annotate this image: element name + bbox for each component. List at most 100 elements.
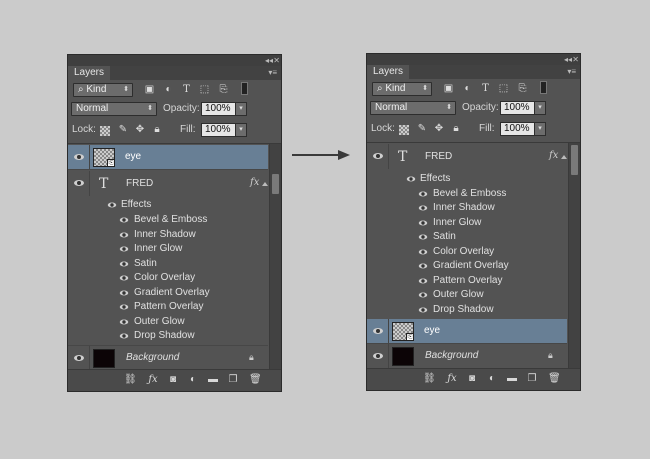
new-layer-icon[interactable]: ❐ [526,373,538,385]
eye-icon[interactable] [418,307,428,313]
add-mask-icon[interactable]: ◙ [167,374,179,386]
new-group-icon[interactable]: ▬ [506,373,518,385]
layer-eye[interactable]: ⎘ eye [68,145,268,170]
adjustment-filter-icon[interactable]: ◐ [462,83,473,94]
effect-item[interactable]: Satin [68,257,268,271]
opacity-dropdown-arrow[interactable]: ▾ [235,102,247,116]
layer-name[interactable]: FRED [425,150,452,164]
layer-name[interactable]: Background [126,351,179,365]
filter-toggle-switch[interactable] [241,82,248,95]
lock-transparent-pixels-icon[interactable] [399,125,409,135]
delete-layer-icon[interactable]: 🗑︎ [548,373,561,385]
effect-item[interactable]: Color Overlay [367,245,567,259]
close-icon[interactable]: ✕ [572,54,579,65]
tab-layers[interactable]: Layers [367,65,410,79]
lock-all-icon[interactable]: 🔒︎ [451,124,461,134]
lock-position-icon[interactable]: ✥ [434,124,444,134]
lock-image-pixels-icon[interactable]: ✎ [118,125,128,135]
effect-item[interactable]: Outer Glow [367,288,567,302]
effect-item[interactable]: Drop Shadow [68,329,268,343]
effect-item[interactable]: Color Overlay [68,271,268,285]
effect-item[interactable]: Pattern Overlay [367,274,567,288]
lock-transparent-pixels-icon[interactable] [100,126,110,136]
fill-dropdown-arrow[interactable]: ▾ [534,122,546,136]
eye-icon[interactable] [119,232,129,238]
effect-item[interactable]: Inner Shadow [68,228,268,242]
effect-item[interactable]: Drop Shadow [367,303,567,317]
layer-background[interactable]: Background 🔒︎ [68,345,268,370]
effect-item[interactable]: Inner Shadow [367,201,567,215]
eye-icon[interactable] [119,261,129,267]
collapse-effects-icon[interactable] [561,155,567,159]
eye-icon[interactable] [406,176,416,182]
eye-icon[interactable] [373,353,383,359]
smart-object-filter-icon[interactable]: ⎘ [218,84,229,95]
collapse-effects-icon[interactable] [262,182,268,186]
layer-fred[interactable]: T FRED fx [367,144,567,169]
pixel-filter-icon[interactable]: ▣ [443,83,454,94]
collapse-icon[interactable]: ◂◂ [265,55,273,66]
layer-background[interactable]: Background 🔒︎ [367,344,567,369]
layer-name[interactable]: eye [424,324,440,338]
panel-menu-icon[interactable]: ▾≡ [268,66,277,80]
eye-icon[interactable] [74,355,84,361]
new-adjustment-icon[interactable]: ◐ [486,373,498,385]
pixel-filter-icon[interactable]: ▣ [144,84,155,95]
layer-name[interactable]: Background [425,349,478,363]
scrollbar[interactable] [269,144,281,372]
new-adjustment-icon[interactable]: ◐ [187,374,199,386]
eye-icon[interactable] [119,319,129,325]
type-filter-icon[interactable]: T [480,83,491,94]
eye-icon[interactable] [418,220,428,226]
eye-icon[interactable] [107,202,117,208]
lock-image-pixels-icon[interactable]: ✎ [417,124,427,134]
add-mask-icon[interactable]: ◙ [466,373,478,385]
new-layer-icon[interactable]: ❐ [227,374,239,386]
fill-dropdown-arrow[interactable]: ▾ [235,123,247,137]
eye-icon[interactable] [119,290,129,296]
delete-layer-icon[interactable]: 🗑︎ [249,374,262,386]
add-style-icon[interactable]: ƒx [147,374,159,386]
tab-layers[interactable]: Layers [68,66,111,80]
layer-fred[interactable]: T FRED fx [68,171,268,196]
shape-filter-icon[interactable]: ⬚ [498,83,509,94]
eye-icon[interactable] [74,154,84,160]
eye-icon[interactable] [119,333,129,339]
filter-toggle-switch[interactable] [540,81,547,94]
eye-icon[interactable] [119,246,129,252]
link-layers-icon[interactable]: ⛓ [423,373,436,385]
filter-kind-dropdown[interactable]: ⌕ Kind ⬍ [73,83,133,97]
eye-icon[interactable] [373,153,383,159]
lock-position-icon[interactable]: ✥ [135,125,145,135]
effect-item[interactable]: Outer Glow [68,315,268,329]
eye-icon[interactable] [418,205,428,211]
panel-menu-icon[interactable]: ▾≡ [567,65,576,79]
lock-all-icon[interactable]: 🔒︎ [152,125,162,135]
collapse-icon[interactable]: ◂◂ [564,54,572,65]
eye-icon[interactable] [74,180,84,186]
layer-name[interactable]: FRED [126,177,153,191]
layer-name[interactable]: eye [125,150,141,164]
eye-icon[interactable] [418,191,428,197]
eye-icon[interactable] [119,217,129,223]
eye-icon[interactable] [418,249,428,255]
effect-item[interactable]: Gradient Overlay [68,286,268,300]
eye-icon[interactable] [418,263,428,269]
layer-eye[interactable]: ⎘ eye [367,319,567,344]
link-layers-icon[interactable]: ⛓ [124,374,137,386]
effect-item[interactable]: Bevel & Emboss [367,187,567,201]
effect-item[interactable]: Gradient Overlay [367,259,567,273]
eye-icon[interactable] [373,328,383,334]
adjustment-filter-icon[interactable]: ◐ [163,84,174,95]
filter-kind-dropdown[interactable]: ⌕ Kind ⬍ [372,82,432,96]
scrollbar-thumb[interactable] [272,174,279,194]
effect-item[interactable]: Inner Glow [68,242,268,256]
eye-icon[interactable] [418,278,428,284]
eye-icon[interactable] [418,292,428,298]
smart-object-filter-icon[interactable]: ⎘ [517,83,528,94]
effect-item[interactable]: Inner Glow [367,216,567,230]
scrollbar[interactable] [568,143,580,371]
blend-mode-dropdown[interactable]: Normal ⬍ [370,101,456,115]
shape-filter-icon[interactable]: ⬚ [199,84,210,95]
add-style-icon[interactable]: ƒx [446,373,458,385]
